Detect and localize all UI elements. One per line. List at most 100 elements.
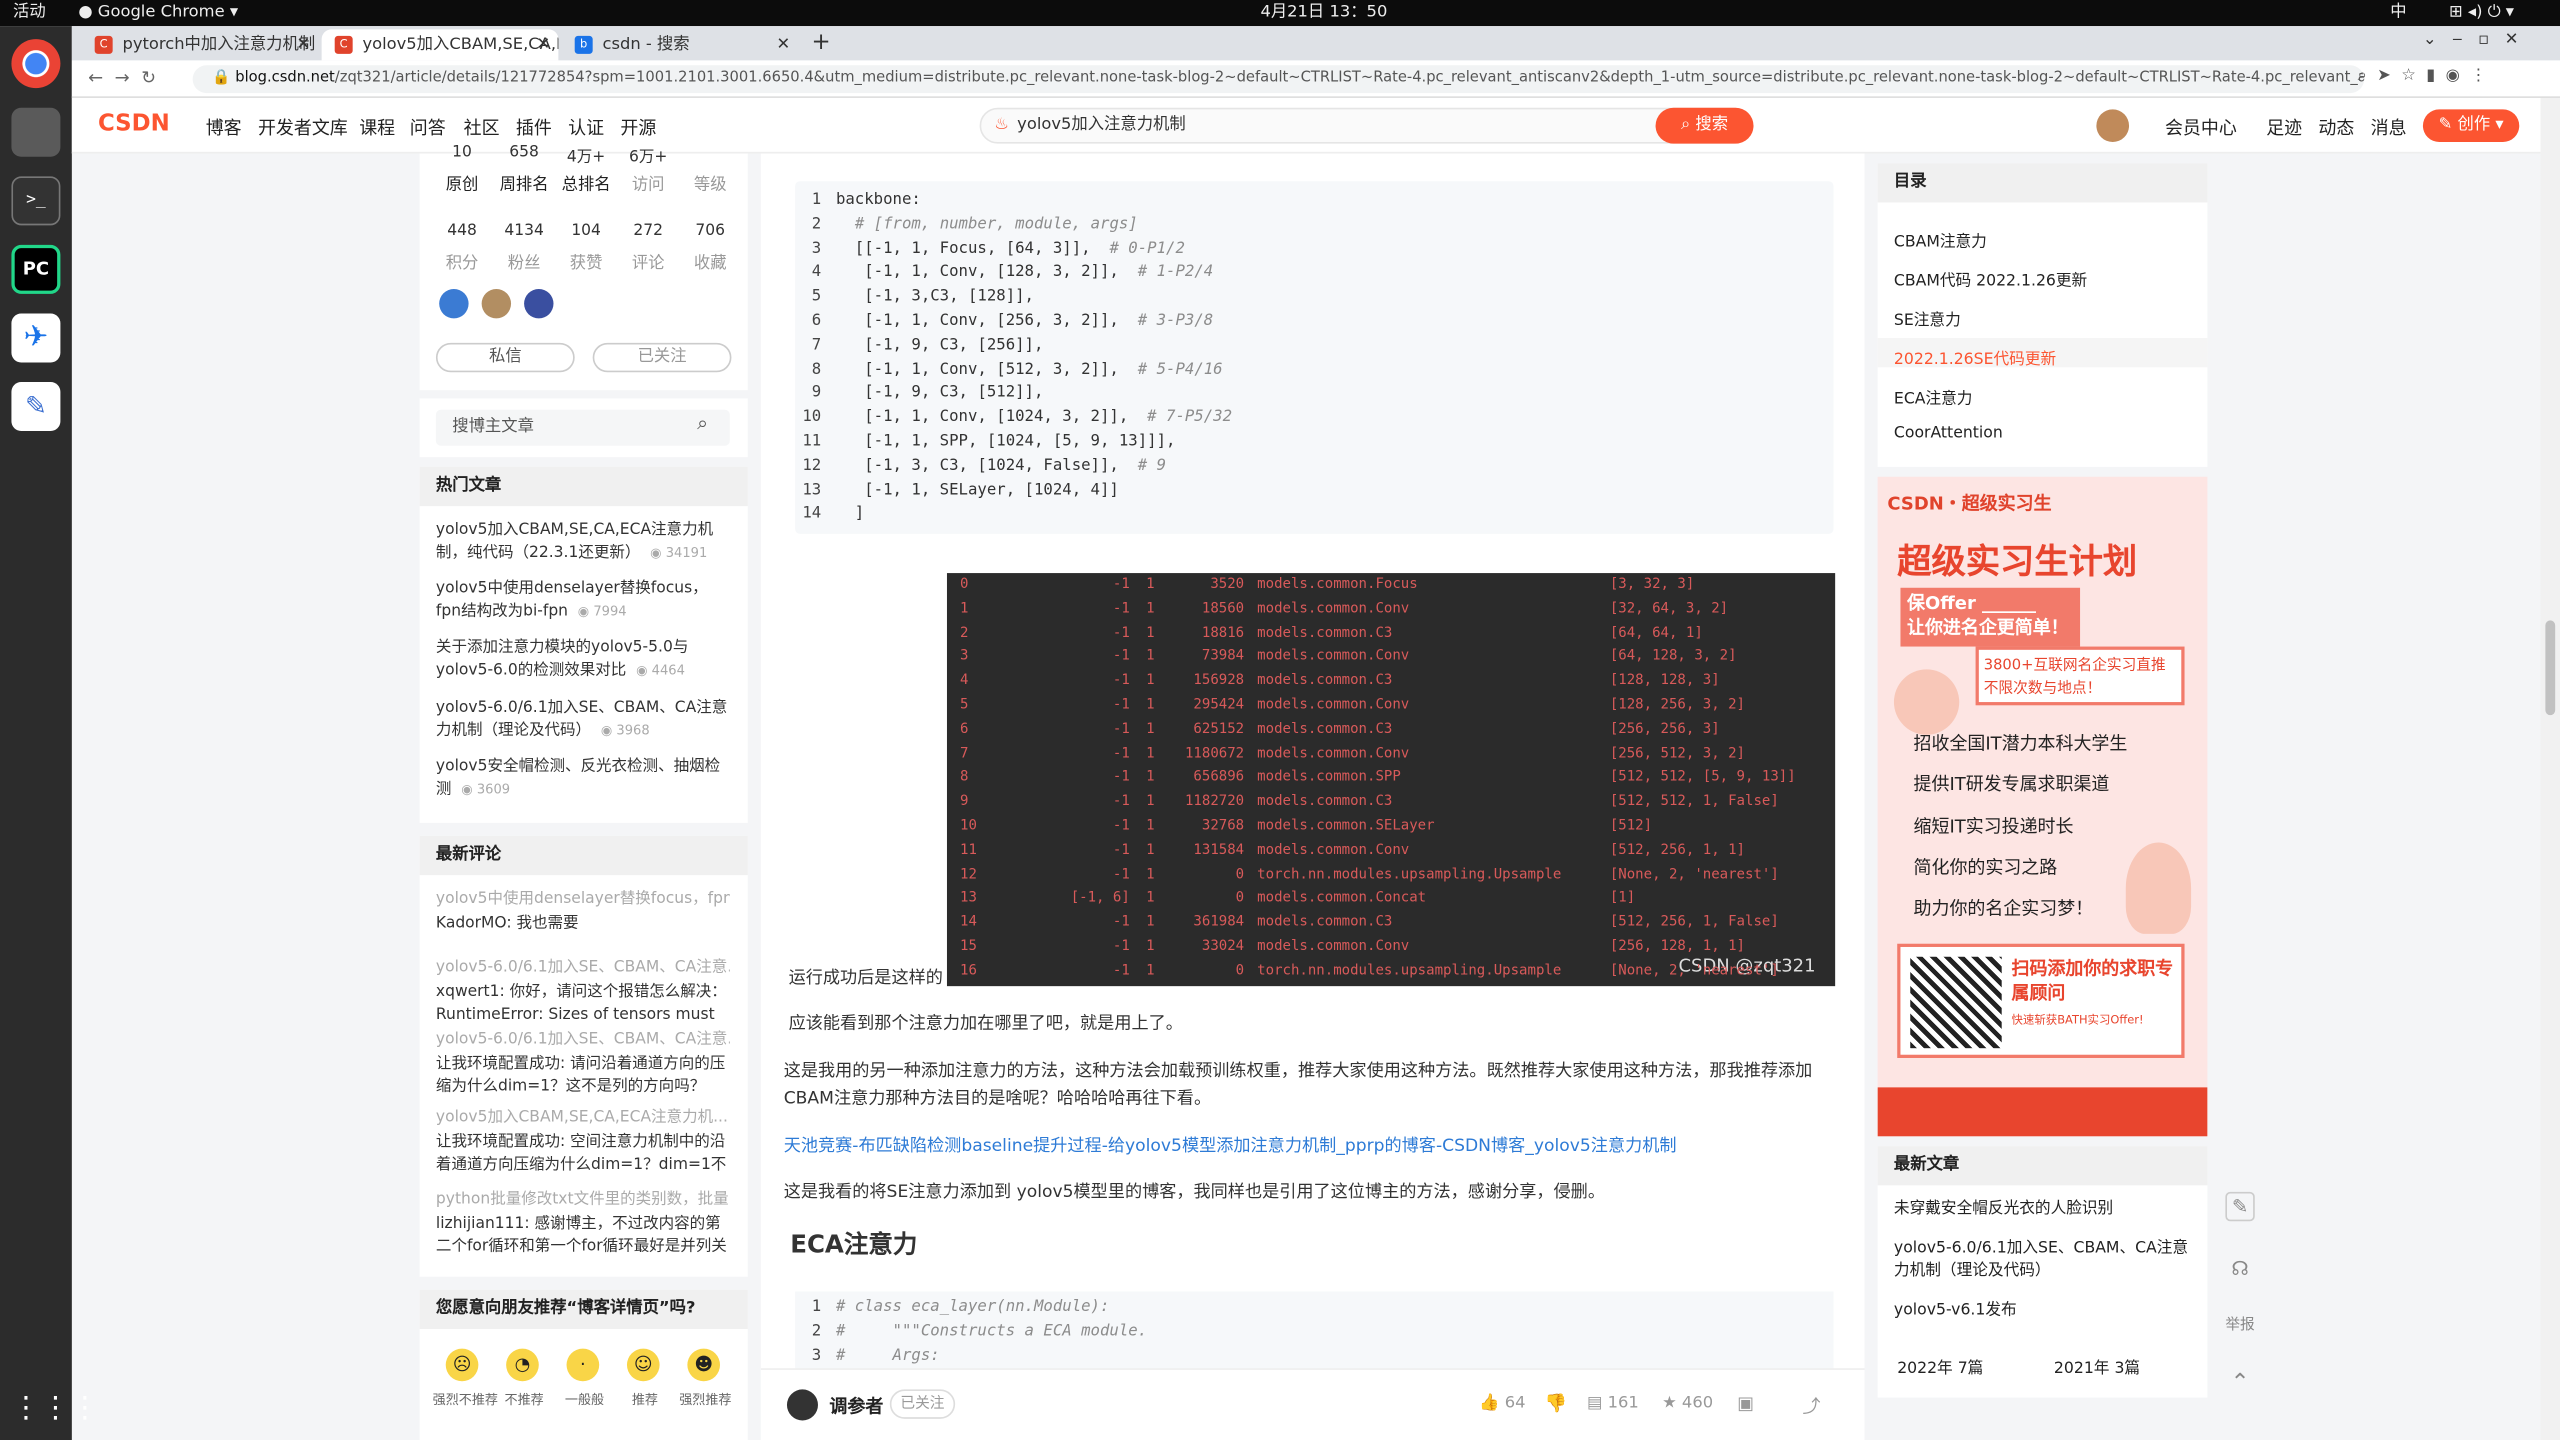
nav-dynamic[interactable]: 动态 (2318, 114, 2354, 140)
comment-article[interactable]: yolov5-6.0/6.1加入SE、CBAM、CA注意... (436, 1029, 730, 1052)
scrollbar-thumb[interactable] (2545, 620, 2556, 716)
create-button[interactable]: ✎ 创作 ▾ (2422, 109, 2520, 143)
ad-feature-line: 招收全国IT潜力本科大学生 (1913, 733, 2128, 755)
toc-item[interactable]: 2022.1.26SE代码更新 (1894, 346, 2056, 369)
internship-ad[interactable]: CSDN・超级实习生 超级实习生计划 保Offer ______ 让你进名企更简单… (1877, 476, 2208, 1137)
close-icon[interactable]: ✕ (297, 29, 311, 60)
code-block-eca[interactable]: 1 # class eca_layer(nn.Module): 2 # """Cons… (795, 1291, 1834, 1370)
comment-text: KadorMO: 我也需要 (435, 914, 579, 933)
nav-link-opensource[interactable]: 开源 (620, 114, 656, 140)
emoji-face-icon[interactable]: · (566, 1348, 600, 1382)
headset-icon[interactable]: ☊ (2220, 1249, 2259, 1288)
badge-icon[interactable] (524, 288, 554, 319)
tab-csdn-search[interactable]: b csdn - 搜索 ✕ (562, 29, 799, 60)
emoji-face-icon[interactable]: ☻ (687, 1348, 721, 1382)
app-menu[interactable]: ● Google Chrome ▾ (78, 0, 238, 26)
message-button[interactable]: 私信 (435, 342, 575, 373)
nav-link-community[interactable]: 社区 (464, 114, 500, 140)
archive-year-link[interactable]: 2021年 3篇 (2054, 1355, 2140, 1378)
toc-item[interactable]: CBAM代码 2022.1.26更新 (1894, 268, 2087, 291)
window-controls[interactable]: ⌄ ‒ ▫ ✕ (2423, 31, 2519, 49)
nav-link-qa[interactable]: 问答 (410, 114, 446, 140)
follow-button[interactable]: 已关注 (592, 342, 732, 373)
nav-link-cert[interactable]: 认证 (568, 114, 604, 140)
search-input[interactable]: ♨ yolov5加入注意力机制 (979, 107, 1752, 144)
like-button[interactable]: 👍 64 (1479, 1394, 1525, 1412)
reference-link[interactable]: 天池竞赛-布匹缺陷检测baseline提升过程-给yolov5模型添加注意力机制… (784, 1133, 1845, 1161)
terminal-icon[interactable]: >_ (11, 176, 61, 226)
ime-indicator[interactable]: 中 (2390, 0, 2406, 26)
hot-article-link[interactable]: 关于添加注意力模块的yolov5-5.0与yolov5-6.0的检测效果对比 ◉ … (436, 637, 730, 683)
page-scrollbar[interactable] (2540, 97, 2560, 1440)
url-bar[interactable]: 🔒 blog.csdn.net/zqt321/article/details/1… (192, 65, 2365, 94)
comment-article[interactable]: yolov5中使用denselayer替换focus，fpn... (436, 888, 730, 911)
text-editor-icon[interactable]: ✎ (11, 382, 61, 432)
nav-link-library[interactable]: 开发者文库 (258, 114, 348, 140)
emoji-face-icon[interactable]: ☹ (445, 1348, 479, 1382)
nav-vip[interactable]: 会员中心 (2165, 114, 2237, 140)
toc-item[interactable]: CBAM注意力 (1894, 229, 1987, 251)
tab-yolov5-active[interactable]: Cyolov5加入CBAM,SE,CA,E ✕ (321, 29, 559, 61)
app-grid-icon[interactable]: ⋮⋮⋮ (11, 1385, 99, 1434)
pycharm-icon[interactable]: PC (11, 244, 61, 294)
activities-button[interactable]: 活动 (13, 0, 46, 26)
chrome-icon[interactable] (11, 39, 61, 89)
reward-icon[interactable]: ▣ (1737, 1393, 1754, 1414)
new-tab-button[interactable]: + (811, 29, 830, 55)
hot-article-link[interactable]: yolov5-6.0/6.1加入SE、CBAM、CA注意力机制（理论及代码） ◉ … (436, 697, 730, 743)
csdn-logo[interactable]: CSDN (98, 111, 170, 137)
author-avatar[interactable] (786, 1389, 818, 1421)
badge-icon[interactable] (481, 288, 512, 319)
feishu-icon[interactable]: ✈ (11, 313, 61, 363)
latest-article-link[interactable]: 未穿戴安全帽反光衣的人脸识别 (1894, 1198, 2194, 1221)
share-icon[interactable]: ⤴ (1803, 1393, 1821, 1419)
hot-article-link[interactable]: yolov5加入CBAM,SE,CA,ECA注意力机制，纯代码（22.3.1还更… (436, 519, 730, 565)
nav-buttons[interactable]: ← → ↻ (88, 67, 156, 88)
close-icon[interactable]: ✕ (537, 29, 551, 60)
badge-icon[interactable] (439, 288, 469, 319)
hot-article-link[interactable]: yolov5中使用denselayer替换focus，fpn结构改为bi-fpn… (436, 578, 730, 624)
archive-year-link[interactable]: 2022年 7篇 (1897, 1355, 1983, 1378)
terminal-cell: [64, 64, 1] (1609, 624, 1703, 641)
latest-article-link[interactable]: yolov5-6.0/6.1加入SE、CBAM、CA注意力机制（理论及代码） (1894, 1238, 2194, 1284)
toc-item[interactable]: ECA注意力 (1894, 385, 1973, 408)
nav-link-course[interactable]: 课程 (359, 114, 395, 140)
hot-article-link[interactable]: yolov5安全帽检测、反光衣检测、抽烟检测 ◉ 3609 (436, 756, 730, 802)
comment-article[interactable]: yolov5-6.0/6.1加入SE、CBAM、CA注意... (436, 957, 730, 980)
code-block-backbone[interactable]: 1 backbone: 2 # [from, number, module, arg… (795, 181, 1834, 534)
terminal-row: 0 -1 1 3520 models.common.Focus [3, 32, 3] (947, 573, 1835, 597)
clock[interactable]: 4月21日 13：50 (1260, 0, 1387, 26)
tab-pytorch[interactable]: Cpytorch中加入注意力机制 ✕ (82, 29, 319, 60)
nav-link-plugin[interactable]: 插件 (516, 114, 552, 140)
favorite-button[interactable]: ★ 460 (1662, 1394, 1713, 1412)
report-button[interactable]: 举报 (2220, 1306, 2259, 1345)
avatar[interactable] (2096, 109, 2130, 143)
blog-search-input[interactable]: 搜博主文章 (435, 409, 730, 446)
terminal-cell: 1 (1146, 842, 1155, 859)
toc-item[interactable]: SE注意力 (1894, 307, 1961, 330)
terminal-cell: models.common.Conv (1257, 938, 1410, 956)
search-icon[interactable]: ⌕ (697, 411, 708, 435)
terminal-row: 4 -1 1 156928 models.common.C3 [128, 128, 3] (947, 670, 1835, 694)
latest-article-link[interactable]: yolov5-v6.1发布 (1894, 1300, 2194, 1323)
edit-icon[interactable]: ✎ (2225, 1191, 2255, 1222)
files-icon[interactable] (11, 107, 61, 157)
eye-icon: ◉ (600, 723, 617, 738)
comment-article[interactable]: yolov5加入CBAM,SE,CA,ECA注意力机... (436, 1107, 730, 1130)
nav-footprint[interactable]: 足迹 (2266, 114, 2302, 140)
nav-messages[interactable]: 消息 (2371, 114, 2407, 140)
back-to-top-icon[interactable]: ⌃ (2220, 1363, 2259, 1402)
toc-item[interactable]: CoorAttention (1894, 425, 2003, 443)
toolbar-icons[interactable]: ⌕ ➤ ☆ ▮ ◉ ⋮ (2358, 67, 2487, 85)
system-tray-icons[interactable]: ⊞ ◂) ⏻ ▾ (2449, 0, 2514, 26)
dislike-button[interactable]: 👎 (1545, 1393, 1567, 1414)
emoji-face-icon[interactable]: ☺ (626, 1348, 660, 1382)
author-name[interactable]: 调参者 (829, 1393, 883, 1419)
nav-link-blog[interactable]: 博客 (206, 114, 242, 140)
comment-button[interactable]: ▤ 161 (1587, 1394, 1639, 1412)
author-follow-button[interactable]: 已关注 (889, 1389, 956, 1419)
comment-article[interactable]: python批量修改txt文件里的类别数，批量... (436, 1189, 730, 1212)
emoji-face-icon[interactable]: ◔ (506, 1348, 539, 1382)
close-icon[interactable]: ✕ (777, 29, 791, 60)
search-button[interactable]: ⌕ 搜索 (1655, 107, 1754, 144)
